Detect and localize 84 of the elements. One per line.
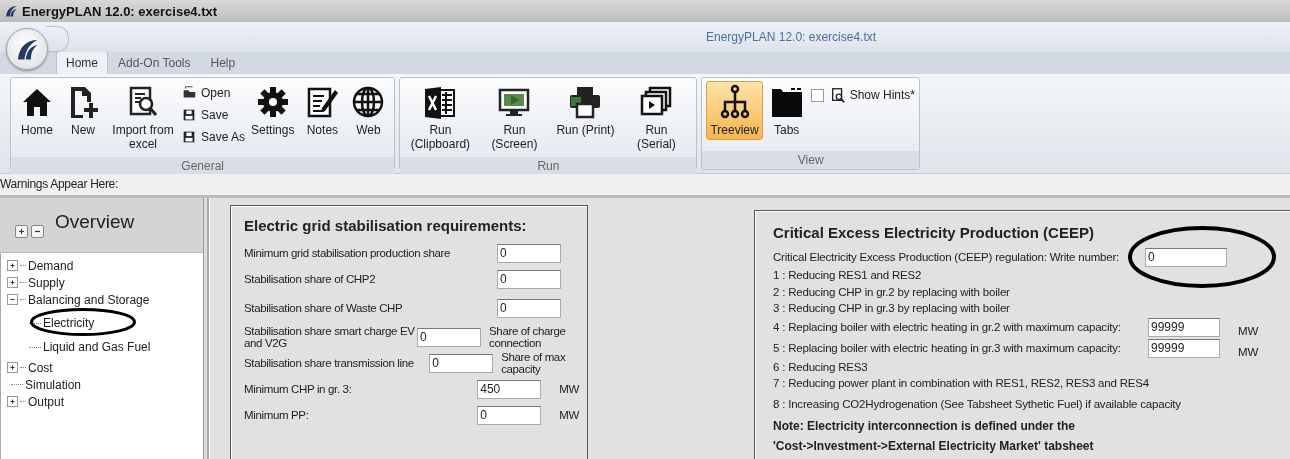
ribbon-button[interactable]: New [61, 81, 105, 140]
panel-title: Critical Excess Electricity Production (CEEP) [773, 224, 1095, 241]
plus-icon [8, 397, 17, 406]
checkbox[interactable] [810, 88, 824, 102]
field-label: Minimum CHP in gr. 3: [244, 383, 353, 395]
unit-label: Share of max capacity [501, 351, 567, 375]
ribbon-button[interactable]: Run (Screen) [478, 81, 551, 154]
field-label: Minimum grid stabilisation production share [244, 247, 452, 259]
note-text: Note: Electricity interconnection is defined under the [773, 417, 1077, 435]
group-label: Run [400, 157, 697, 175]
option-text: 1 : Reducing RES1 and RES2 [773, 268, 922, 283]
unit-label: MW [1238, 325, 1259, 338]
tree-item[interactable]: Balancing and Storage [28, 292, 150, 307]
input-field[interactable]: 0 [1145, 247, 1228, 267]
ribbon-button[interactable]: Save [181, 105, 246, 125]
expand-button[interactable] [7, 260, 18, 271]
field-label: Stabilisation share smart charge EV and V2G [244, 325, 416, 349]
group-label: View [702, 151, 919, 169]
ribbon-button[interactable]: Run (Clipboard) [404, 81, 477, 154]
input-field[interactable]: 0 [497, 243, 561, 263]
ribbon-button[interactable]: Treeview [706, 81, 763, 140]
field-label: Critical Electricity Excess Production (CEEP) regulation: Write number: [773, 249, 1120, 265]
document-magnifier-icon [829, 87, 846, 103]
input-field[interactable]: 99999 [1148, 317, 1220, 337]
expand-button[interactable] [7, 362, 18, 373]
expand-button[interactable] [7, 277, 18, 288]
input-field[interactable]: 0 [417, 327, 482, 347]
ribbon-button[interactable]: Import from excel [107, 81, 179, 154]
expand-button[interactable] [7, 396, 18, 407]
input-field[interactable]: 450 [477, 379, 542, 399]
collapse-button[interactable] [7, 294, 18, 305]
plus-icon [8, 278, 17, 287]
input-field[interactable]: 0 [477, 405, 542, 425]
ribbon-button[interactable]: Run (Print) [552, 81, 619, 140]
ribbon-button[interactable]: Open [181, 83, 246, 103]
input-field[interactable]: 0 [497, 269, 561, 289]
expand-all-button[interactable] [15, 224, 28, 238]
ribbon-button[interactable]: Save As [181, 127, 246, 147]
window-title: EnergyPLAN 12.0: exercise4.txt [22, 3, 218, 19]
input-field[interactable]: 0 [429, 353, 494, 373]
sidebar-title: Overview [55, 211, 135, 233]
ribbon-button[interactable]: Web [346, 81, 391, 140]
warnings-label: Warnings Appear Here: [0, 177, 118, 191]
input-field[interactable]: 99999 [1148, 338, 1220, 358]
ribbon-tab[interactable]: Add-On Tools [108, 51, 201, 74]
tree-item[interactable]: Cost [28, 360, 53, 375]
group-label: General [11, 157, 395, 175]
field-label: Stabilisation share of CHP2 [244, 273, 377, 285]
option-text: 2 : Reducing CHP in gr.2 by replacing with boiler [773, 284, 1010, 300]
plus-icon [8, 261, 17, 270]
tree-item[interactable]: Demand [28, 258, 74, 273]
field-label: Stabilisation share transmission line [244, 357, 415, 369]
unit-label: MW [559, 409, 579, 421]
tree-item[interactable]: Output [28, 394, 65, 409]
app-caption: EnergyPLAN 12.0: exercise4.txt [706, 30, 877, 44]
unit-label: MW [1238, 346, 1259, 359]
logo-icon [4, 4, 18, 18]
panel-title: Electric grid stabilisation requirements: [244, 217, 528, 234]
option-text: 6 : Reducing RES3 [773, 359, 868, 375]
field-label: Stabilisation share of Waste CHP [244, 302, 404, 314]
ribbon-button[interactable]: Tabs [764, 81, 809, 140]
ribbon-button[interactable]: Run (Serial) [620, 81, 693, 154]
option-text: 4 : Replacing boiler with electric heating in gr.2 with maximum capacity: [773, 320, 1122, 335]
tree-item[interactable]: Simulation [25, 377, 82, 392]
ribbon-button[interactable]: Home [15, 81, 59, 140]
plus-icon [8, 363, 17, 372]
unit-label: Share of charge connection [489, 325, 567, 349]
show-hints-button[interactable]: Show Hints* [829, 85, 915, 105]
field-label: Minimum PP: [244, 409, 310, 421]
application-menu-button[interactable] [6, 28, 48, 70]
tree-item[interactable]: Supply [28, 275, 65, 290]
tree-item[interactable]: Liquid and Gas Fuel [43, 340, 151, 354]
note-text: 'Cost->Investment->External Electricity Market' tabsheet [773, 437, 1095, 455]
collapse-all-button[interactable] [31, 224, 44, 238]
ribbon-button[interactable]: Notes [300, 81, 345, 140]
option-text: 3 : Reducing CHP in gr.3 by replacing with boiler [773, 301, 1010, 317]
option-text: 7 : Reducing power plant in combination with RES1, RES2, RES3 and RES4 [773, 376, 1149, 392]
ribbon-tab[interactable]: Help [200, 51, 246, 74]
ribbon-tab[interactable]: Home [56, 51, 108, 74]
option-text: 8 : Increasing CO2Hydrogenation (See Tabsheet Sythetic Fuel) if available capacity [773, 396, 1181, 412]
ribbon-button[interactable]: Settings [247, 81, 299, 140]
option-text: 5 : Replacing boiler with electric heating in gr.3 with maximum capacity: [773, 341, 1122, 356]
input-field[interactable]: 0 [497, 298, 561, 318]
unit-label: MW [559, 383, 579, 395]
